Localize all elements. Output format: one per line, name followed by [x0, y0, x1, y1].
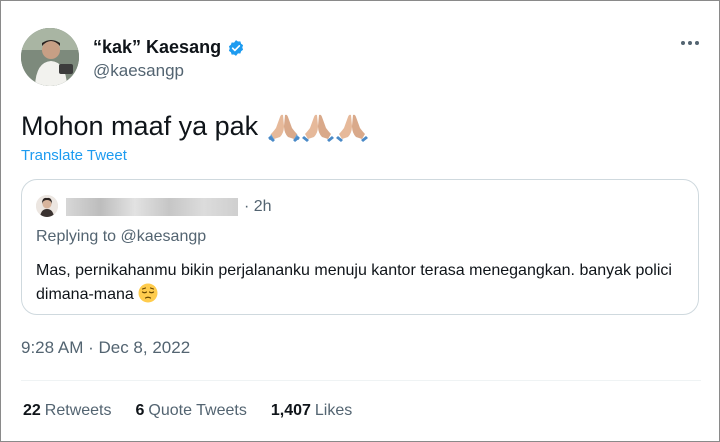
likes-count: 1,407	[270, 402, 311, 419]
engagement-stats: 22 Retweets 6 Quote Tweets 1,407 Likes	[23, 402, 352, 420]
author-name-row: “kak” Kaesang	[93, 37, 245, 58]
folded-hands-emoji-icon	[336, 112, 369, 142]
quote-tweets-label: Quote Tweets	[148, 402, 247, 419]
quoted-author-avatar[interactable]	[36, 195, 58, 217]
quote-tweets-count: 6	[135, 402, 145, 419]
retweets-label: Retweets	[44, 402, 112, 419]
author-display-name[interactable]: “kak” Kaesang	[93, 37, 221, 58]
replying-to-line: Replying to @kaesangp	[36, 228, 206, 246]
author-handle[interactable]: @kaesangp	[93, 61, 184, 81]
retweets-stat[interactable]: 22 Retweets	[23, 402, 112, 420]
translate-tweet-link[interactable]: Translate Tweet	[21, 147, 127, 164]
folded-hands-emoji-icon	[302, 112, 335, 142]
folded-hands-emoji-icon	[268, 112, 301, 142]
replying-to-prefix: Replying to	[36, 228, 121, 245]
quote-tweets-stat[interactable]: 6 Quote Tweets	[136, 402, 247, 420]
replying-to-handle[interactable]: @kaesangp	[121, 228, 207, 245]
verified-badge-icon	[227, 39, 245, 57]
quoted-tweet[interactable]: · 2h Replying to @kaesangp Mas, pernikah…	[21, 179, 699, 315]
quoted-author-name-redacted	[66, 198, 238, 216]
likes-label: Likes	[314, 402, 353, 419]
tweet-timestamp[interactable]: 9:28 AM · Dec 8, 2022	[21, 338, 190, 358]
emoji-group	[268, 112, 369, 142]
quoted-tweet-text: Mas, pernikahanmu bikin perjalananku men…	[36, 262, 672, 303]
more-options-icon[interactable]	[681, 41, 699, 45]
likes-stat[interactable]: 1,407 Likes	[271, 402, 352, 420]
pensive-face-emoji-icon	[138, 283, 158, 303]
retweets-count: 22	[23, 402, 41, 419]
tweet-text-content: Mohon maaf ya pak	[21, 111, 259, 141]
quoted-tweet-time[interactable]: · 2h	[244, 198, 272, 216]
divider	[21, 380, 701, 381]
tweet-text: Mohon maaf ya pak	[21, 111, 369, 142]
tweet-card: “kak” Kaesang @kaesangp Mohon maaf ya pa…	[0, 0, 720, 442]
author-avatar[interactable]	[21, 28, 79, 86]
quoted-tweet-body: Mas, pernikahanmu bikin perjalananku men…	[36, 259, 686, 307]
